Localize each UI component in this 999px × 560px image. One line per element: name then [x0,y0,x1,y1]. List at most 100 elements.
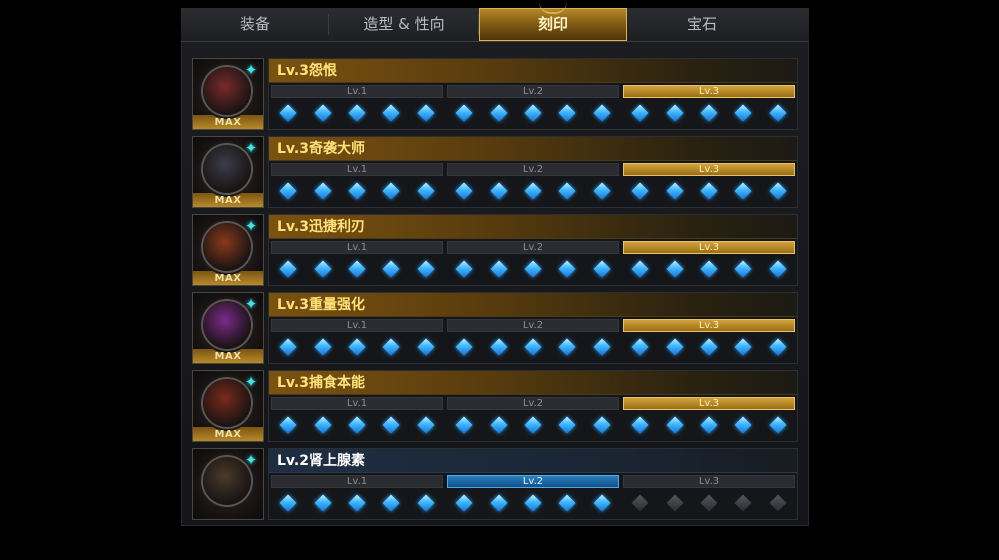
gem-icon [734,494,752,512]
gem-icon [348,494,366,512]
level-label: Lv.1 [271,475,443,488]
gem-icon [666,494,684,512]
gem-row [447,98,619,128]
gem-icon [382,182,400,200]
level-group: Lv.3 [623,397,795,439]
tab-engraving[interactable]: 刻印 [479,8,627,41]
gem-icon [700,416,718,434]
sparkle-icon: ✦ [244,217,258,235]
level-label: Lv.1 [271,397,443,410]
engraving-row[interactable]: ✦ MAX Lv.3奇袭大师 Lv.1 Lv.2 Lv.3 [190,136,798,208]
level-group: Lv.2 [447,163,619,205]
gem-icon [734,338,752,356]
level-group: Lv.2 [447,319,619,361]
gem-icon [558,416,576,434]
gem-icon [558,104,576,122]
gem-icon [524,416,542,434]
max-badge: MAX [214,273,242,284]
gem-icon [524,182,542,200]
engraving-row[interactable]: ✦ MAX Lv.3怨恨 Lv.1 Lv.2 Lv.3 [190,58,798,130]
level-label: Lv.3 [623,241,795,254]
gem-icon [631,338,649,356]
gem-icon [700,260,718,278]
gem-row [271,98,443,128]
gem-row [623,410,795,440]
gem-icon [490,416,508,434]
level-label: Lv.3 [623,397,795,410]
gem-icon [348,338,366,356]
engraving-portrait[interactable]: ✦ MAX [192,58,264,130]
tab-gems[interactable]: 宝石 [627,8,777,41]
gem-icon [700,104,718,122]
gem-icon [631,182,649,200]
gem-icon [417,338,435,356]
gem-icon [455,104,473,122]
gem-row [623,254,795,284]
engraving-detail: Lv.3捕食本能 Lv.1 Lv.2 Lv.3 [268,370,798,442]
level-group: Lv.3 [623,241,795,283]
engraving-portrait[interactable]: ✦ MAX [192,370,264,442]
gem-icon [455,416,473,434]
gem-icon [490,260,508,278]
gem-icon [490,494,508,512]
gem-icon [593,182,611,200]
gem-row [447,254,619,284]
gem-icon [769,416,787,434]
level-label: Lv.2 [447,475,619,488]
gem-row [447,410,619,440]
engraving-detail: Lv.2肾上腺素 Lv.1 Lv.2 Lv.3 [268,448,798,520]
level-group: Lv.3 [623,319,795,361]
engraving-row[interactable]: ✦ MAX Lv.3迅捷利刃 Lv.1 Lv.2 Lv.3 [190,214,798,286]
gem-icon [417,494,435,512]
gem-icon [631,416,649,434]
gem-icon [631,104,649,122]
level-label: Lv.3 [623,163,795,176]
max-badge: MAX [214,195,242,206]
level-label: Lv.1 [271,319,443,332]
level-group: Lv.2 [447,85,619,127]
engraving-row[interactable]: ✦ MAX Lv.3重量强化 Lv.1 Lv.2 Lv.3 [190,292,798,364]
gem-icon [382,494,400,512]
gem-icon [348,260,366,278]
engraving-title: Lv.3重量强化 [269,293,797,317]
engraving-detail: Lv.3怨恨 Lv.1 Lv.2 Lv.3 [268,58,798,130]
gem-icon [348,182,366,200]
engraving-portrait[interactable]: ✦ MAX [192,292,264,364]
sparkle-icon: ✦ [244,139,258,157]
gem-icon [558,182,576,200]
level-group: Lv.1 [271,85,443,127]
gem-icon [700,182,718,200]
level-group: Lv.2 [447,241,619,283]
gem-icon [279,416,297,434]
engraving-row[interactable]: ✦ Lv.2肾上腺素 Lv.1 Lv.2 Lv.3 [190,448,798,520]
tab-ornament-icon [539,2,567,14]
gem-icon [769,494,787,512]
level-label: Lv.2 [447,319,619,332]
gem-icon [314,338,332,356]
gem-icon [593,494,611,512]
gem-icon [769,104,787,122]
max-badge: MAX [214,429,242,440]
engraving-portrait[interactable]: ✦ MAX [192,214,264,286]
gem-icon [455,182,473,200]
level-label: Lv.2 [447,85,619,98]
gem-row [447,488,619,518]
gem-icon [593,104,611,122]
tab-equipment[interactable]: 装备 [181,8,329,41]
gem-icon [593,416,611,434]
gem-row [271,332,443,362]
level-label: Lv.3 [623,475,795,488]
engraving-portrait[interactable]: ✦ MAX [192,136,264,208]
gem-icon [734,260,752,278]
gem-icon [455,494,473,512]
tab-appearance-disposition[interactable]: 造型 & 性向 [329,8,479,41]
tab-label: 宝石 [686,15,717,33]
level-label: Lv.3 [623,319,795,332]
engraving-row[interactable]: ✦ MAX Lv.3捕食本能 Lv.1 Lv.2 Lv.3 [190,370,798,442]
engraving-portrait[interactable]: ✦ [192,448,264,520]
gem-icon [769,338,787,356]
gem-row [623,176,795,206]
gem-icon [279,338,297,356]
gem-icon [666,416,684,434]
gem-row [623,332,795,362]
